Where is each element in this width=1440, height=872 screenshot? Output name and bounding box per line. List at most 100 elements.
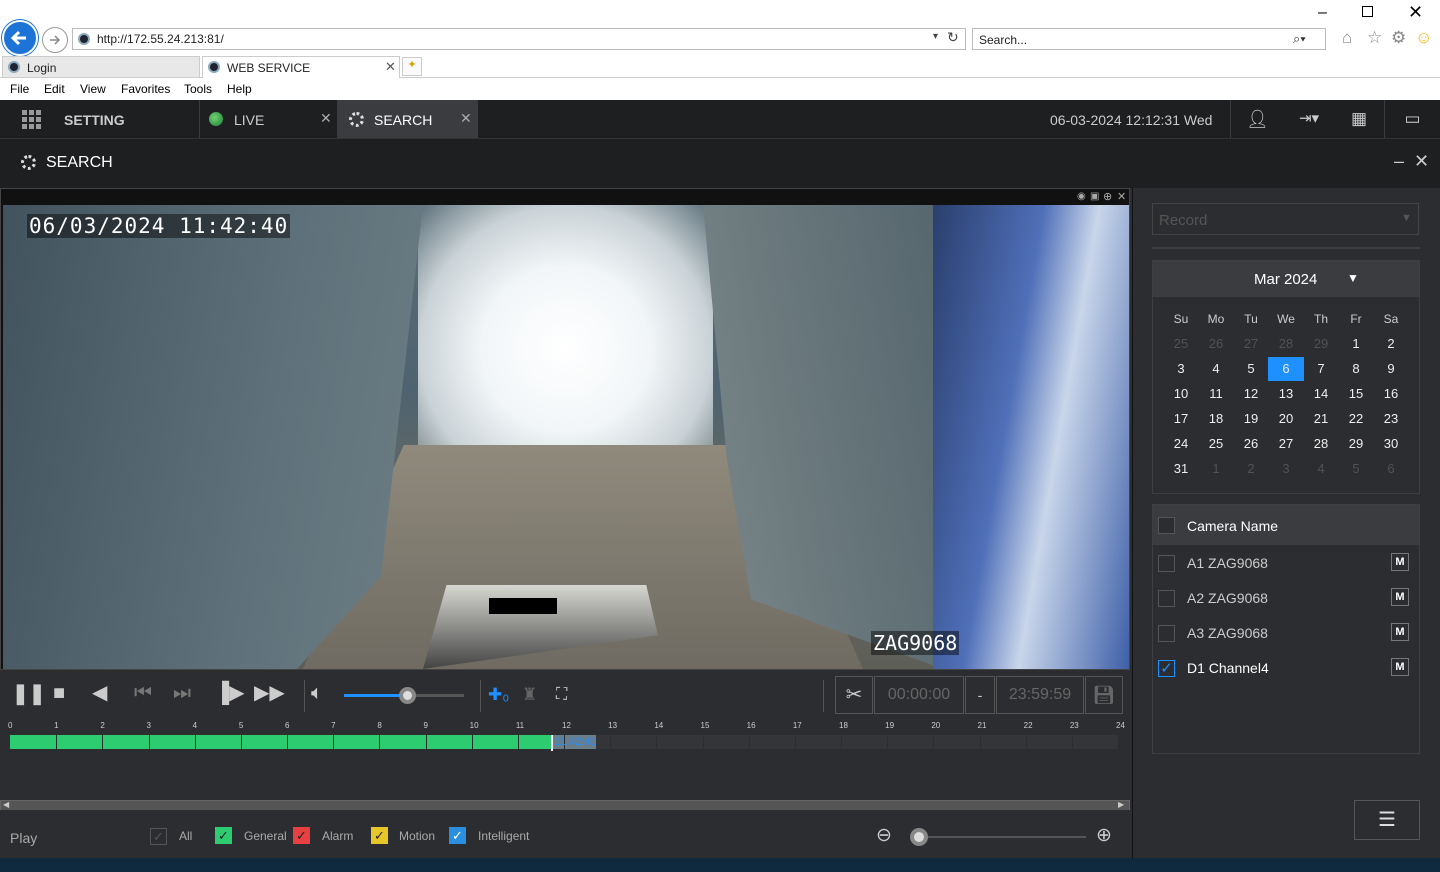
previous-frame-button[interactable]: ⏮ — [134, 683, 152, 703]
pause-button[interactable]: ❚❚ — [12, 684, 46, 704]
camera-row[interactable]: ✓ D1 Channel4 M — [1153, 652, 1419, 686]
calendar-day[interactable]: 1 — [1201, 459, 1231, 479]
menu-tools[interactable]: Tools — [184, 82, 212, 96]
tab-search[interactable]: SEARCH ✕ — [338, 100, 478, 138]
eye-icon[interactable]: ◉ — [1077, 191, 1086, 202]
new-tab-button[interactable]: ✦ — [402, 57, 422, 76]
calendar-day[interactable]: 27 — [1236, 334, 1266, 354]
calendar-day[interactable]: 14 — [1306, 384, 1336, 404]
logout-button[interactable]: ⇥▾ — [1284, 100, 1334, 138]
calendar-day[interactable]: 25 — [1201, 434, 1231, 454]
calendar-day[interactable]: 12 — [1236, 384, 1266, 404]
save-clip-button[interactable]: 💾︎ — [1085, 676, 1123, 714]
zoom-handle[interactable] — [910, 828, 928, 846]
menu-edit[interactable]: Edit — [44, 82, 65, 96]
calendar-day[interactable]: 19 — [1236, 409, 1266, 429]
digital-zoom-icon[interactable]: ✚₀ — [488, 685, 509, 705]
close-live-tab-icon[interactable]: ✕ — [320, 110, 332, 127]
close-window-button[interactable]: ✕ — [1408, 2, 1423, 23]
restore-button[interactable] — [1362, 6, 1373, 17]
dropdown-icon[interactable]: ▾ — [933, 31, 938, 42]
timeline-cursor[interactable]: 11:42:41 — [550, 735, 601, 751]
calendar-day[interactable]: 17 — [1166, 409, 1196, 429]
filter-intelligent-checkbox[interactable]: ✓ — [449, 827, 466, 844]
calendar-day[interactable]: 2 — [1376, 334, 1406, 354]
calendar-day[interactable]: 29 — [1306, 334, 1336, 354]
fast-forward-button[interactable]: ▶▶ — [254, 683, 285, 703]
favorites-star-icon[interactable]: ☆ — [1367, 28, 1382, 48]
close-tab-icon[interactable]: ✕ — [385, 59, 396, 75]
scroll-left-icon[interactable]: ◀ — [3, 800, 9, 809]
close-panel-icon[interactable]: ✕ — [1414, 151, 1429, 172]
address-bar[interactable]: http://172.55.24.213:81/ ▾ ↻ — [72, 28, 966, 50]
calendar-day[interactable]: 2 — [1236, 459, 1266, 479]
monitor-button[interactable]: ▭ — [1384, 100, 1440, 138]
snapshot-icon[interactable]: ▣ — [1090, 191, 1099, 202]
menu-help[interactable]: Help — [227, 82, 252, 96]
calendar-day[interactable]: 3 — [1271, 459, 1301, 479]
volume-icon[interactable]: 🔈︎ — [311, 683, 323, 703]
clip-start-field[interactable]: 00:00:00 — [874, 676, 964, 714]
filter-general-checkbox[interactable]: ✓ — [215, 827, 232, 844]
timeline-zoom-slider[interactable] — [910, 828, 1086, 846]
month-dropdown-icon[interactable]: ▼ — [1347, 271, 1359, 285]
calendar-day[interactable]: 26 — [1236, 434, 1266, 454]
tab-login[interactable]: Login — [2, 56, 200, 78]
forward-button[interactable] — [42, 27, 68, 53]
calendar-day[interactable]: 6 — [1376, 459, 1406, 479]
calendar-day[interactable]: 22 — [1341, 409, 1371, 429]
calendar-day[interactable]: 23 — [1376, 409, 1406, 429]
next-frame-button[interactable]: ⏭ — [173, 683, 191, 703]
calendar-day[interactable]: 31 — [1166, 459, 1196, 479]
stream-mode-button[interactable]: M — [1391, 623, 1409, 641]
calendar-day[interactable]: 29 — [1341, 434, 1371, 454]
calendar-day[interactable]: 8 — [1341, 359, 1371, 379]
calendar-day[interactable]: 13 — [1271, 384, 1301, 404]
back-button[interactable] — [2, 20, 38, 56]
calendar-day[interactable]: 21 — [1306, 409, 1336, 429]
calendar-day[interactable]: 24 — [1166, 434, 1196, 454]
camera-row[interactable]: A3 ZAG9068 M — [1153, 617, 1419, 651]
calendar-day[interactable]: 20 — [1271, 409, 1301, 429]
user-button[interactable]: 👤︎ — [1230, 100, 1284, 138]
calendar-day[interactable]: 11 — [1201, 384, 1231, 404]
close-search-tab-icon[interactable]: ✕ — [460, 110, 472, 127]
calendar-header[interactable]: Mar 2024 ▼ — [1153, 261, 1419, 297]
stream-mode-button[interactable]: M — [1391, 658, 1409, 676]
calendar-day[interactable]: 1 — [1341, 334, 1371, 354]
menu-favorites[interactable]: Favorites — [121, 82, 170, 96]
clip-end-field[interactable]: 23:59:59 — [996, 676, 1084, 714]
camera-checkbox[interactable]: ✓ — [1158, 660, 1175, 677]
timeline[interactable]: 0 1 2 3 4 5 6 7 8 9 10 11 12 13 14 15 16 17 18 19 20 21 22 23 24… — [0, 720, 1130, 811]
calendar-month[interactable]: Mar 2024 — [1254, 271, 1317, 288]
gear-icon[interactable]: ⚙ — [1391, 28, 1406, 48]
volume-slider[interactable] — [344, 687, 464, 704]
zoom-in-icon[interactable]: ⊕ — [1096, 824, 1112, 847]
menu-file[interactable]: File — [10, 82, 29, 96]
record-type-select[interactable]: Record ▼ — [1152, 203, 1419, 235]
home-icon[interactable]: ⌂ — [1342, 28, 1352, 48]
camera-row[interactable]: A1 ZAG9068 M — [1153, 547, 1419, 581]
stream-mode-button[interactable]: M — [1391, 588, 1409, 606]
camera-checkbox[interactable] — [1158, 555, 1175, 572]
calendar-day[interactable]: 18 — [1201, 409, 1231, 429]
slow-play-button[interactable]: ▐▶ — [215, 683, 245, 703]
select-all-checkbox[interactable] — [1158, 517, 1175, 534]
calendar-day[interactable]: 27 — [1271, 434, 1301, 454]
calendar-day[interactable]: 15 — [1341, 384, 1371, 404]
close-video-icon[interactable]: ✕ — [1117, 190, 1126, 203]
calendar-day[interactable]: 6 — [1268, 357, 1304, 381]
calendar-day[interactable]: 26 — [1201, 334, 1231, 354]
tab-web-service[interactable]: WEB SERVICE ✕ — [202, 56, 400, 78]
calendar-day[interactable]: 9 — [1376, 359, 1406, 379]
search-box[interactable]: Search... ⌕▾ — [972, 28, 1326, 50]
calendar-day[interactable]: 4 — [1306, 459, 1336, 479]
minimize-panel-icon[interactable]: – — [1394, 151, 1404, 172]
scroll-right-icon[interactable]: ▶ — [1118, 800, 1124, 809]
menu-view[interactable]: View — [80, 82, 106, 96]
fullscreen-icon[interactable]: ⛶ — [556, 685, 567, 705]
filter-alarm-checkbox[interactable]: ✓ — [293, 827, 310, 844]
clip-button[interactable]: ✂ — [835, 676, 873, 714]
volume-handle[interactable] — [399, 687, 416, 704]
video-player[interactable]: 06/03/2024 11:42:40 ZAG9068 ◉ ▣ ⊕ ✕ — [0, 188, 1130, 670]
